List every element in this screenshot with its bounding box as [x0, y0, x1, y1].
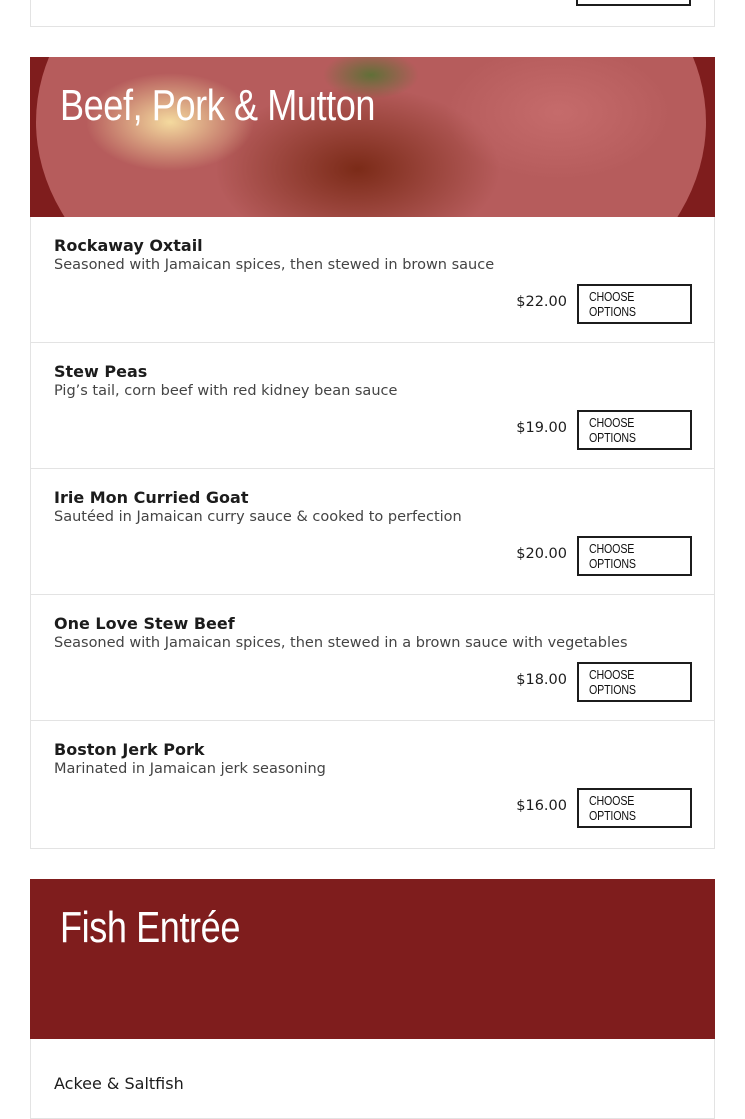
choose-options-button[interactable]: CHOOSE OPTIONS — [577, 410, 692, 450]
item-description: Seasoned with Jamaican spices, then stew… — [54, 257, 495, 273]
item-description: Sautéed in Jamaican curry sauce & cooked… — [54, 509, 462, 525]
item-description: Pig’s tail, corn beef with red kidney be… — [54, 383, 398, 399]
choose-options-button[interactable]: CHOOSE OPTIONS — [577, 284, 692, 324]
menu-item: Irie Mon Curried Goat Sautéed in Jamaica… — [31, 469, 714, 595]
button-label: CHOOSE OPTIONS — [588, 415, 636, 445]
menu-item: Rockaway Oxtail Seasoned with Jamaican s… — [31, 217, 714, 343]
item-name: Irie Mon Curried Goat — [54, 488, 249, 507]
item-price: $18.00 — [516, 672, 567, 688]
item-name: One Love Stew Beef — [54, 614, 235, 633]
choose-options-button[interactable]: CHOOSE OPTIONS — [577, 536, 692, 576]
menu-item: Stew Peas Pig’s tail, corn beef with red… — [31, 343, 714, 469]
item-price: $19.00 — [516, 420, 567, 436]
choose-options-button-partial[interactable] — [576, 0, 691, 6]
beef-section-banner: Beef, Pork & Mutton — [30, 57, 715, 217]
item-description: Marinated in Jamaican jerk seasoning — [54, 761, 326, 777]
menu-item: Boston Jerk Pork Marinated in Jamaican j… — [31, 721, 714, 847]
choose-options-button[interactable]: CHOOSE OPTIONS — [577, 788, 692, 828]
beef-menu-list: Rockaway Oxtail Seasoned with Jamaican s… — [30, 217, 715, 849]
item-price: $22.00 — [516, 294, 567, 310]
menu-item: One Love Stew Beef Seasoned with Jamaica… — [31, 595, 714, 721]
button-label: CHOOSE OPTIONS — [588, 541, 636, 571]
previous-section-card — [30, 0, 715, 27]
section-title: Fish Entrée — [60, 903, 240, 952]
choose-options-button[interactable]: CHOOSE OPTIONS — [577, 662, 692, 702]
section-title: Beef, Pork & Mutton — [60, 81, 376, 130]
item-description: Seasoned with Jamaican spices, then stew… — [54, 635, 628, 651]
button-label: CHOOSE OPTIONS — [588, 667, 636, 697]
button-label: CHOOSE OPTIONS — [588, 793, 636, 823]
item-price: $16.00 — [516, 798, 567, 814]
item-price: $20.00 — [516, 546, 567, 562]
item-name: Boston Jerk Pork — [54, 740, 205, 759]
fish-section-banner: Fish Entrée — [30, 879, 715, 1039]
item-name: Rockaway Oxtail — [54, 236, 203, 255]
button-label: CHOOSE OPTIONS — [588, 289, 636, 319]
fish-menu-list: Ackee & Saltfish — [30, 1039, 715, 1119]
item-name: Stew Peas — [54, 362, 148, 381]
item-name: Ackee & Saltfish — [54, 1074, 184, 1093]
